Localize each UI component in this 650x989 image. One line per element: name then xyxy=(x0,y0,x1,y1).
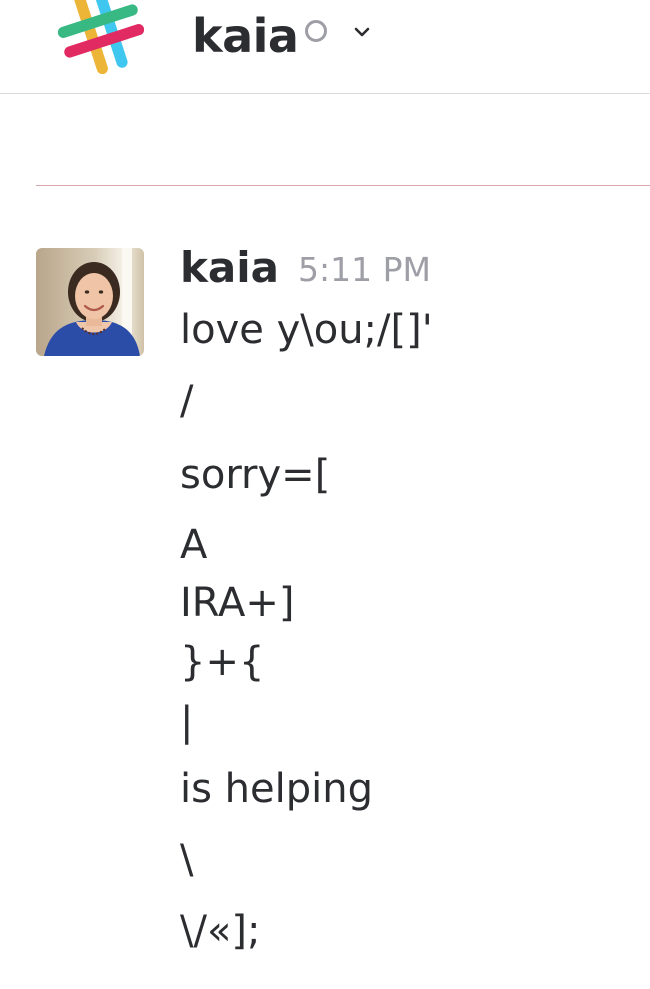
message-sender[interactable]: kaia xyxy=(180,240,279,296)
message-line: }+{ xyxy=(180,639,265,685)
message-line: | xyxy=(180,699,194,745)
avatar-photo xyxy=(36,248,144,356)
message-line: sorry=[ xyxy=(180,452,331,498)
slack-logo-icon[interactable] xyxy=(58,0,144,74)
chevron-down-icon[interactable] xyxy=(352,22,372,42)
message-line: \ xyxy=(180,837,194,883)
channel-header: kaia xyxy=(0,0,650,94)
message-timestamp[interactable]: 5:11 PM xyxy=(298,248,431,292)
message-line: is helping xyxy=(180,766,373,812)
presence-away-icon[interactable] xyxy=(305,20,327,42)
message-line: IRA+] xyxy=(180,580,295,626)
message-line: love y\ou;/[]' xyxy=(180,307,433,353)
message-line: / xyxy=(180,378,194,424)
avatar[interactable] xyxy=(36,248,144,356)
team-name[interactable]: kaia xyxy=(192,8,299,64)
message-line: A xyxy=(180,522,208,568)
new-messages-divider xyxy=(36,185,650,186)
message-line: \/«]; xyxy=(180,908,261,954)
